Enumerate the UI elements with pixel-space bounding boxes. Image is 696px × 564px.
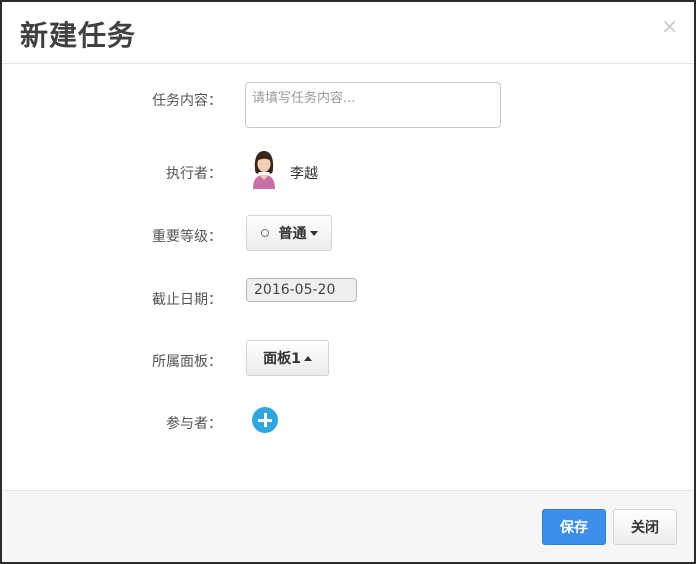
due-date-label: 截止日期： bbox=[152, 292, 222, 308]
panel-label: 所属面板： bbox=[152, 354, 222, 370]
priority-value: 普通 bbox=[278, 226, 307, 242]
due-date-input[interactable] bbox=[246, 278, 357, 302]
new-task-dialog: 新建任务 × 任务内容： 执行者： 李越 重要等级： 普通 截止日期： 所属面板… bbox=[0, 0, 696, 564]
dialog-header: 新建任务 × bbox=[2, 2, 694, 64]
add-participant-plus-icon[interactable] bbox=[252, 407, 278, 433]
dialog-title: 新建任务 bbox=[20, 19, 137, 52]
participants-label: 参与者： bbox=[166, 416, 222, 432]
priority-label: 重要等级： bbox=[152, 229, 222, 245]
task-content-label: 任务内容： bbox=[152, 93, 222, 109]
priority-dropdown[interactable]: 普通 bbox=[246, 215, 332, 251]
caret-down-icon bbox=[309, 230, 318, 236]
save-button[interactable]: 保存 bbox=[542, 509, 606, 545]
assignee-label: 执行者： bbox=[166, 166, 222, 182]
close-button[interactable]: 关闭 bbox=[613, 509, 677, 545]
task-content-input[interactable] bbox=[245, 82, 501, 128]
user-avatar-icon[interactable] bbox=[247, 149, 281, 189]
priority-dot-icon bbox=[260, 229, 269, 237]
close-icon[interactable]: × bbox=[661, 16, 678, 36]
panel-value: 面板1 bbox=[263, 351, 301, 367]
panel-dropdown[interactable]: 面板1 bbox=[246, 340, 329, 376]
dialog-footer: 保存 关闭 bbox=[2, 490, 694, 562]
caret-up-icon bbox=[303, 355, 312, 361]
assignee-name: 李越 bbox=[290, 166, 318, 182]
